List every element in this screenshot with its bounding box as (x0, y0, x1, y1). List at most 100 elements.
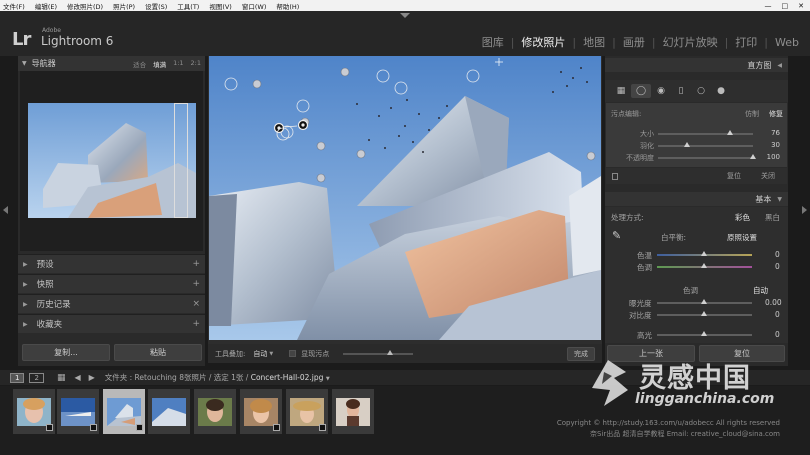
zoom-1-1[interactable]: 1:1 (173, 59, 183, 69)
panel-history[interactable]: ▶ 历史记录 × (18, 294, 205, 313)
adjustment-brush-icon[interactable]: ● (711, 84, 731, 98)
chevron-down-icon[interactable]: ▼ (326, 376, 330, 382)
exposure-slider[interactable] (657, 299, 752, 304)
film-thumb[interactable] (57, 389, 99, 434)
menu-settings[interactable]: 设置(S) (145, 1, 167, 11)
wb-select[interactable]: 原照设置 (727, 232, 757, 243)
visualize-threshold-slider[interactable] (343, 349, 414, 355)
copy-settings-button[interactable]: 复制... (22, 344, 110, 361)
menu-view[interactable]: 视图(V) (209, 1, 232, 11)
close-window-button[interactable]: ✕ (798, 2, 804, 10)
filmstrip-source[interactable]: 文件夹 : Retouching 8张照片 / 选定 1张 / Concert-… (105, 372, 330, 383)
treatment-bw[interactable]: 黑白 (765, 212, 780, 223)
film-thumb-selected[interactable] (103, 389, 145, 434)
panel-switch-icon[interactable] (612, 172, 618, 180)
exposure-slider-knob[interactable] (701, 299, 707, 304)
tool-overlay-select[interactable]: 自动 (253, 349, 267, 359)
film-thumb[interactable] (286, 389, 328, 434)
contrast-slider-knob[interactable] (701, 311, 707, 316)
clear-history-icon[interactable]: × (192, 299, 200, 309)
film-thumb[interactable] (332, 389, 374, 434)
menu-window[interactable]: 窗口(W) (242, 1, 267, 11)
menu-edit[interactable]: 编辑(E) (35, 1, 57, 11)
size-value[interactable]: 76 (771, 129, 780, 137)
feather-slider-knob[interactable] (683, 142, 690, 147)
second-monitor-button[interactable]: 2 (29, 372, 44, 383)
size-slider[interactable] (658, 130, 753, 135)
menu-develop[interactable]: 修改照片(D) (67, 1, 103, 11)
module-library[interactable]: 图库 (475, 34, 511, 50)
film-thumb[interactable] (194, 389, 236, 434)
menu-help[interactable]: 帮助(H) (276, 1, 299, 11)
module-slideshow[interactable]: 幻灯片放映 (656, 34, 725, 50)
film-thumb[interactable] (13, 389, 55, 434)
panel-collections[interactable]: ▶ 收藏夹 + (18, 314, 205, 333)
tone-auto-button[interactable]: 自动 (753, 285, 768, 296)
crop-grid-icon[interactable]: ▦ (611, 84, 631, 98)
collapse-left-icon[interactable] (3, 206, 8, 214)
panel-presets[interactable]: ▶ 预设 + (18, 254, 205, 273)
main-monitor-button[interactable]: 1 (10, 372, 25, 383)
module-web[interactable]: Web (768, 36, 806, 49)
tint-slider[interactable] (657, 263, 752, 268)
basic-header[interactable]: 基本 ▼ (605, 192, 788, 206)
grid-view-icon[interactable]: ▦ (57, 373, 66, 383)
highlights-slider-knob[interactable] (701, 331, 707, 336)
navigator-view-frame[interactable] (174, 103, 188, 218)
panel-snapshots[interactable]: ▶ 快照 + (18, 274, 205, 293)
highlights-slider[interactable] (657, 331, 752, 336)
mode-clone[interactable]: 仿制 (745, 109, 759, 119)
paste-settings-button[interactable]: 粘贴 (114, 344, 202, 361)
temp-slider[interactable] (657, 251, 752, 256)
module-develop[interactable]: 修改照片 (514, 34, 572, 50)
exposure-value[interactable]: 0.00 (765, 298, 782, 307)
navigator-header[interactable]: ▼ 导航器 适合 填满 1:1 2:1 (18, 56, 205, 71)
radial-filter-icon[interactable]: ○ (691, 84, 711, 98)
add-preset-icon[interactable]: + (192, 259, 200, 269)
module-print[interactable]: 打印 (728, 34, 764, 50)
tint-slider-knob[interactable] (701, 263, 707, 268)
collapse-top-icon[interactable] (400, 13, 410, 18)
menu-photo[interactable]: 照片(P) (113, 1, 135, 11)
collapse-right-icon[interactable] (802, 206, 807, 214)
navigator-preview[interactable] (20, 71, 203, 251)
spot-removal-icon[interactable]: ◯ (631, 84, 651, 98)
opacity-value[interactable]: 100 (767, 153, 780, 161)
add-collection-icon[interactable]: + (192, 319, 200, 329)
graduated-filter-icon[interactable]: ▯ (671, 84, 691, 98)
histogram-header[interactable]: 直方图 ◀ (605, 58, 788, 72)
visualize-spots-checkbox[interactable] (289, 350, 297, 357)
menu-tools[interactable]: 工具(T) (177, 1, 199, 11)
temp-value[interactable]: 0 (775, 250, 780, 259)
contrast-value[interactable]: 0 (775, 310, 780, 319)
chevron-down-icon[interactable]: ▼ (269, 351, 273, 357)
minimize-button[interactable]: — (765, 2, 772, 10)
forward-arrow-icon[interactable]: ▶ (89, 373, 95, 382)
module-map[interactable]: 地图 (576, 34, 612, 50)
zoom-2-1[interactable]: 2:1 (191, 59, 201, 69)
opacity-slider-knob[interactable] (750, 154, 756, 159)
mode-heal[interactable]: 修复 (769, 109, 783, 119)
zoom-fit[interactable]: 适合 (133, 59, 146, 69)
eyedropper-icon[interactable]: ✎ (612, 229, 621, 242)
red-eye-icon[interactable]: ◉ (651, 84, 671, 98)
feather-value[interactable]: 30 (771, 141, 780, 149)
spot-close-button[interactable]: 关闭 (761, 171, 775, 181)
module-book[interactable]: 画册 (616, 34, 652, 50)
slider-knob[interactable] (387, 349, 394, 355)
spot-reset-button[interactable]: 复位 (727, 171, 741, 181)
size-slider-knob[interactable] (727, 130, 734, 135)
treatment-color[interactable]: 彩色 (735, 212, 750, 223)
menu-file[interactable]: 文件(F) (3, 1, 25, 11)
temp-slider-knob[interactable] (701, 251, 707, 256)
add-snapshot-icon[interactable]: + (192, 279, 200, 289)
back-arrow-icon[interactable]: ◀ (74, 373, 80, 382)
film-thumb[interactable] (240, 389, 282, 434)
tint-value[interactable]: 0 (775, 262, 780, 271)
opacity-slider[interactable] (658, 154, 756, 159)
main-photo[interactable] (209, 56, 601, 340)
highlights-value[interactable]: 0 (775, 330, 780, 339)
maximize-button[interactable]: □ (782, 2, 789, 10)
zoom-fill[interactable]: 填满 (153, 59, 166, 69)
feather-slider[interactable] (658, 142, 753, 147)
